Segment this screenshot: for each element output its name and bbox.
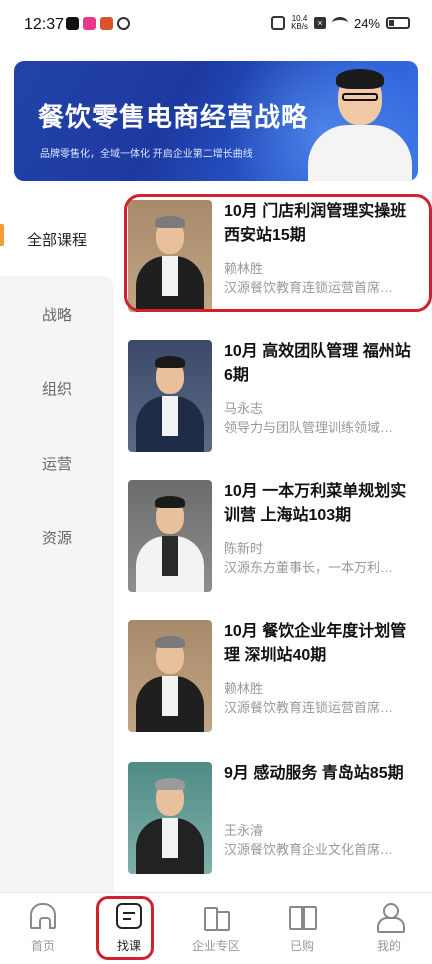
course-instructor: 陈新时 [224,541,264,556]
sidebar-item-resources[interactable]: 资源 [0,527,114,548]
promo-banner[interactable]: 餐饮零售电商经营战略 品牌零售化，全域一体化 开启企业第二增长曲线 [14,61,418,181]
speaker-glasses [342,93,378,101]
instructor-hair [155,496,185,508]
course-card[interactable]: 10月 高效团队管理 福州站 6期 马永志 领导力与团队管理训练领域… [128,340,428,452]
banner-speaker-photo [304,69,416,181]
instructor-shirt [162,676,178,716]
enterprise-icon [203,903,230,931]
sidebar-item-operations[interactable]: 运营 [0,453,114,474]
purchased-book-icon [289,903,317,930]
course-description: 汉源餐饮教育企业文化首席… [224,842,394,857]
home-icon [30,903,56,929]
course-card[interactable]: 10月 餐饮企业年度计划管理 深圳站40期 赖林胜 汉源餐饮教育连锁运营首席… [128,620,428,732]
speaker-body [308,125,412,181]
course-title: 10月 高效团队管理 福州站 6期 [224,343,411,384]
instructor-shirt [162,396,178,436]
notification-icons [66,17,130,30]
network-speed-unit: KB/s [291,22,308,31]
game-notification-icon [100,17,113,30]
course-instructor: 马永志 [224,401,264,416]
nav-purchased-label: 已购 [289,939,314,953]
category-sidebar: 全部课程 战略 组织 运营 资源 [0,192,114,892]
highlight-annotation-nav [96,896,154,960]
nav-home-label: 首页 [30,939,55,953]
course-thumbnail [128,620,212,732]
banner-subtitle: 品牌零售化，全域一体化 开启企业第二增长曲线 [40,149,253,160]
course-instructor: 王永濬 [224,823,264,838]
nav-purchased[interactable]: 已购 [259,903,345,954]
app-notification-icon [83,17,96,30]
sync-icon [117,17,130,30]
highlight-annotation-course [124,194,432,312]
battery-percent: 24% [353,15,380,31]
nav-enterprise[interactable]: 企业专区 [173,903,259,954]
sidebar-item-all-courses[interactable]: 全部课程 [0,229,114,250]
tiktok-icon [66,17,79,30]
course-description: 汉源东方董事长，一本万利… [224,560,394,575]
course-card[interactable]: 10月 一本万利菜单规划实训营 上海站103期 陈新时 汉源东方董事长，一本万利… [128,480,428,592]
instructor-vest [162,536,178,576]
course-description: 领导力与团队管理训练领域… [224,420,394,435]
instructor-shirt [162,818,178,858]
instructor-hair [155,356,185,368]
instructor-hair [155,778,185,790]
banner-title: 餐饮零售电商经营战略 [38,102,309,132]
course-thumbnail [128,340,212,452]
course-description: 汉源餐饮教育连锁运营首席… [224,700,394,715]
bottom-navigation: 首页 找课 企业专区 已购 我的 [0,892,432,964]
no-sim-icon: × [313,17,326,29]
status-indicators: 10.4 KB/s × 24% [271,15,410,31]
nav-enterprise-label: 企业专区 [191,939,240,953]
course-thumbnail [128,762,212,874]
course-title: 10月 餐饮企业年度计划管理 深圳站40期 [224,623,407,664]
sidebar-item-strategy[interactable]: 战略 [0,304,114,325]
vibrate-icon [271,16,286,30]
status-bar: 12:37 10.4 KB/s × 24% [0,0,432,52]
instructor-hair [155,636,185,648]
network-speed: 10.4 KB/s [291,15,308,31]
course-card[interactable]: 9月 感动服务 青岛站85期 王永濬 汉源餐饮教育企业文化首席… [128,762,428,874]
course-title: 9月 感动服务 青岛站85期 [224,765,404,782]
sidebar-item-organization[interactable]: 组织 [0,378,114,399]
status-time: 12:37 [24,16,65,33]
nav-home[interactable]: 首页 [0,903,86,954]
course-instructor: 赖林胜 [224,681,264,696]
nav-profile[interactable]: 我的 [346,903,432,954]
nav-profile-label: 我的 [376,939,401,953]
profile-icon [376,903,405,933]
sidebar-background [0,276,114,892]
course-thumbnail [128,480,212,592]
speaker-hair [336,69,384,89]
battery-icon [386,17,410,29]
wifi-icon [331,17,348,29]
course-title: 10月 一本万利菜单规划实训营 上海站103期 [224,483,407,524]
